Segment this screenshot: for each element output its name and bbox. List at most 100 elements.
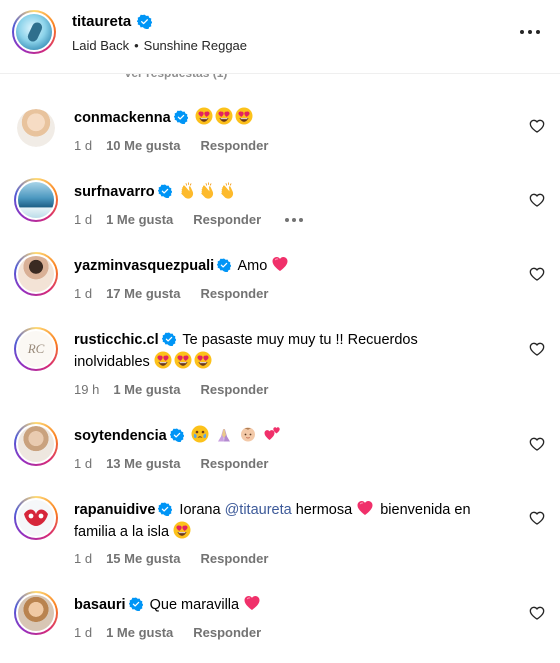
heart-eyes-emoji xyxy=(215,107,233,125)
comment-likes[interactable]: 17 Me gusta xyxy=(106,286,180,301)
like-heart-icon[interactable] xyxy=(529,341,545,357)
reply-button[interactable]: Responder xyxy=(201,286,269,301)
comment-text: soytendencia xyxy=(74,425,514,447)
like-heart-icon[interactable] xyxy=(529,118,545,134)
reply-button[interactable]: Responder xyxy=(193,212,261,227)
like-heart-icon[interactable] xyxy=(529,510,545,526)
heart-eyes-emoji xyxy=(195,107,213,125)
post-music[interactable]: Laid Back • Sunshine Reggae xyxy=(72,38,247,53)
verified-badge-icon xyxy=(129,597,143,611)
heart-eyes-emoji xyxy=(194,351,212,369)
comment-meta: 19 h 1 Me gusta Responder xyxy=(74,382,268,397)
reply-button[interactable]: Responder xyxy=(201,456,269,471)
red-heart-emoji xyxy=(243,594,261,612)
comment-time[interactable]: 1 d xyxy=(74,625,92,640)
comment-time[interactable]: 19 h xyxy=(74,382,99,397)
comment-time[interactable]: 1 d xyxy=(74,286,92,301)
avatar[interactable] xyxy=(14,178,58,222)
comment-likes[interactable]: 10 Me gusta xyxy=(106,138,180,153)
reply-button[interactable]: Responder xyxy=(201,382,269,397)
avatar[interactable] xyxy=(14,252,58,296)
comment-body-end: bienvenida en xyxy=(380,502,471,518)
comment-body: Amo xyxy=(237,258,268,274)
comment-username[interactable]: rapanuidive xyxy=(74,502,155,518)
comment-meta: 1 d 17 Me gusta Responder xyxy=(74,286,268,301)
verified-badge-icon xyxy=(158,502,172,516)
red-heart-emoji xyxy=(356,499,374,517)
red-heart-emoji xyxy=(271,255,289,273)
like-heart-icon[interactable] xyxy=(529,605,545,621)
reply-button[interactable]: Responder xyxy=(193,625,261,640)
avatar[interactable]: RC xyxy=(14,327,58,371)
comment-text: rapanuidive Iorana @titaureta hermosa bi… xyxy=(74,499,514,543)
comment-text: basauri Que maravilla xyxy=(74,594,514,616)
avatar[interactable] xyxy=(17,109,55,147)
clapping-hands-emoji xyxy=(199,181,217,199)
comment-username[interactable]: soytendencia xyxy=(74,428,167,444)
comment-username[interactable]: basauri xyxy=(74,597,126,613)
comment-likes[interactable]: 15 Me gusta xyxy=(106,551,180,566)
music-title[interactable]: Sunshine Reggae xyxy=(144,38,247,53)
comment-time[interactable]: 1 d xyxy=(74,138,92,153)
like-heart-icon[interactable] xyxy=(529,192,545,208)
comment-username[interactable]: yazminvasquezpuali xyxy=(74,258,214,274)
comment-body: Que maravilla xyxy=(149,597,240,613)
clapping-hands-emoji xyxy=(179,181,197,199)
comment-text: rusticchic.cl Te pasaste muy muy tu !! R… xyxy=(74,330,514,373)
avatar[interactable] xyxy=(14,496,58,540)
comment-username[interactable]: conmackenna xyxy=(74,110,171,126)
comment-body: Te pasaste muy muy tu !! Recuerdos xyxy=(182,332,418,348)
comment-body-mid: hermosa xyxy=(295,502,353,518)
comment-time[interactable]: 1 d xyxy=(74,212,92,227)
comment-username[interactable]: rusticchic.cl xyxy=(74,332,159,348)
comment-likes[interactable]: 13 Me gusta xyxy=(106,456,180,471)
clapping-hands-emoji xyxy=(219,181,237,199)
comment-more-icon[interactable] xyxy=(285,217,304,222)
comment-time[interactable]: 1 d xyxy=(74,551,92,566)
comment-likes[interactable]: 1 Me gusta xyxy=(113,382,180,397)
verified-badge-icon xyxy=(137,14,152,29)
folded-hands-emoji xyxy=(215,425,233,443)
comment-username[interactable]: surfnavarro xyxy=(74,184,155,200)
music-separator: • xyxy=(134,38,139,53)
comment-meta: 1 d 10 Me gusta Responder xyxy=(74,138,268,153)
comment-text: surfnavarro xyxy=(74,181,514,203)
post-author-username[interactable]: titaureta xyxy=(72,13,131,30)
verified-badge-icon xyxy=(158,184,172,198)
verified-badge-icon xyxy=(174,110,188,124)
mention-link[interactable]: @titaureta xyxy=(225,502,292,518)
comment-meta: 1 d 15 Me gusta Responder xyxy=(74,551,268,566)
baby-emoji xyxy=(239,425,257,443)
post-author[interactable]: titaureta xyxy=(72,13,152,30)
heart-eyes-emoji xyxy=(174,351,192,369)
comment-time[interactable]: 1 d xyxy=(74,456,92,471)
crying-face-emoji xyxy=(191,425,209,443)
music-artist[interactable]: Laid Back xyxy=(72,38,129,53)
comment-body-line2: inolvidables xyxy=(74,354,150,370)
verified-badge-icon xyxy=(217,258,231,272)
reply-button[interactable]: Responder xyxy=(201,138,269,153)
comment-meta: 1 d 1 Me gusta Responder xyxy=(74,212,304,227)
like-heart-icon[interactable] xyxy=(529,266,545,282)
heart-eyes-emoji xyxy=(154,351,172,369)
heart-eyes-emoji xyxy=(173,521,191,539)
like-heart-icon[interactable] xyxy=(529,436,545,452)
comment-meta: 1 d 1 Me gusta Responder xyxy=(74,625,261,640)
post-author-avatar[interactable] xyxy=(12,10,56,54)
post-header: titaureta Laid Back • Sunshine Reggae xyxy=(0,0,560,74)
more-options-icon[interactable] xyxy=(520,22,540,42)
avatar[interactable] xyxy=(14,422,58,466)
comment-meta: 1 d 13 Me gusta Responder xyxy=(74,456,268,471)
comment-text: yazminvasquezpuali Amo xyxy=(74,255,514,277)
reply-button[interactable]: Responder xyxy=(201,551,269,566)
comment-body-line2: familia a la isla xyxy=(74,524,170,540)
comment-likes[interactable]: 1 Me gusta xyxy=(106,625,173,640)
verified-badge-icon xyxy=(170,428,184,442)
verified-badge-icon xyxy=(162,332,176,346)
comment-likes[interactable]: 1 Me gusta xyxy=(106,212,173,227)
heart-eyes-emoji xyxy=(235,107,253,125)
two-hearts-emoji xyxy=(263,425,281,443)
comment-text: conmackenna xyxy=(74,107,514,129)
dive-logo-icon xyxy=(24,509,48,526)
avatar[interactable] xyxy=(14,591,58,635)
